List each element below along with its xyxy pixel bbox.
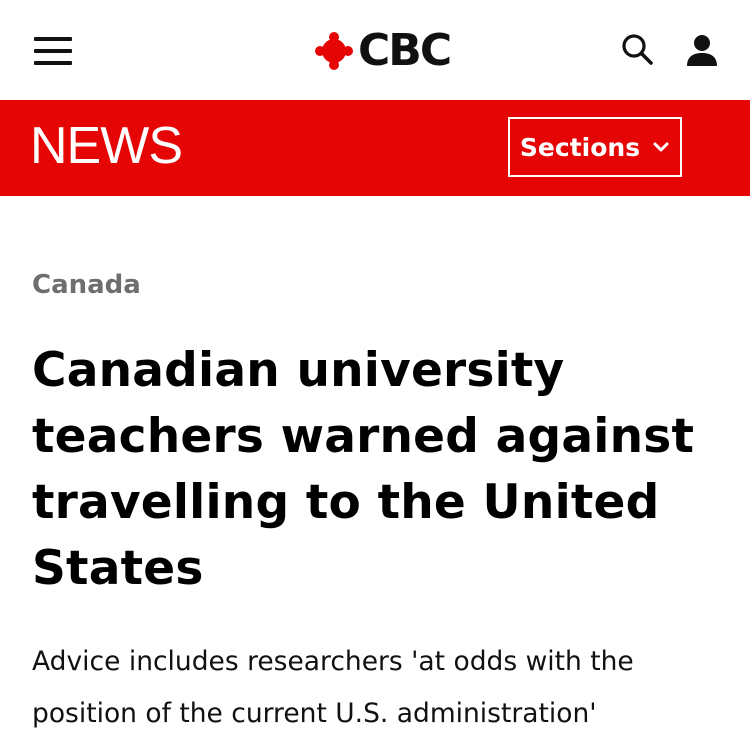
chevron-down-icon	[653, 142, 669, 152]
search-button[interactable]	[620, 32, 656, 68]
top-header: CBC	[0, 0, 750, 100]
menu-bar-top	[34, 37, 72, 41]
cbc-gem-icon	[315, 32, 353, 70]
sections-label: Sections	[519, 132, 641, 162]
news-label[interactable]: NEWS	[30, 120, 183, 172]
account-button[interactable]	[684, 32, 720, 68]
cbc-logo-link[interactable]: CBC	[314, 25, 452, 76]
sections-dropdown-button[interactable]: Sections	[508, 117, 682, 177]
menu-button[interactable]	[34, 37, 72, 65]
cbc-wordmark: CBC	[358, 25, 452, 76]
article-dek: Advice includes researchers 'at odds wit…	[32, 646, 634, 729]
account-icon	[687, 35, 717, 66]
article-headline: Canadian university teachers warned agai…	[32, 343, 695, 596]
article-category[interactable]: Canada	[32, 272, 141, 298]
search-icon	[622, 34, 653, 65]
menu-bar-bottom	[34, 61, 72, 65]
menu-bar-middle	[34, 49, 72, 53]
